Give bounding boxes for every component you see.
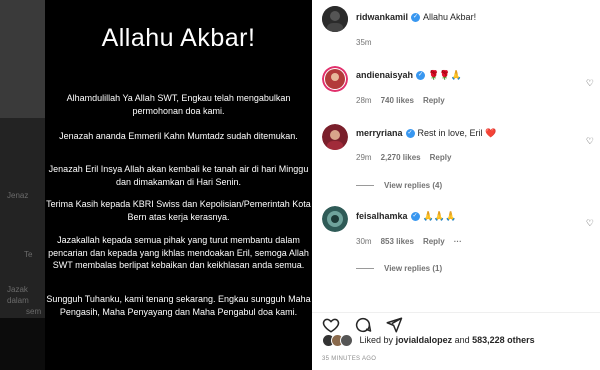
avatar[interactable]	[322, 6, 348, 32]
avatar[interactable]	[322, 206, 348, 232]
verified-icon: ✓	[416, 71, 426, 81]
comment-likes[interactable]: 2,270 likes	[381, 153, 421, 162]
liked-by: Liked by jovialdalopez and 583,228 other…	[322, 334, 535, 347]
post-timestamp: 35 MINUTES AGO	[322, 356, 377, 362]
share-icon[interactable]	[385, 316, 403, 334]
verified-icon: ✓	[405, 129, 415, 139]
comment-text: 🙏🙏🙏	[422, 211, 457, 221]
action-bar	[322, 316, 592, 336]
reply-button[interactable]: Reply	[423, 237, 445, 246]
post-paragraph: Sungguh Tuhanku, kami tenang sekarang. E…	[46, 294, 311, 317]
comment-meta: 29m 2,270 likes Reply	[356, 153, 460, 162]
comment-text: Rest in love, Eril ❤️	[417, 128, 497, 138]
reply-button[interactable]: Reply	[423, 96, 445, 105]
post-title: Allahu Akbar!	[101, 24, 256, 52]
comment-line: merryriana ✓ Rest in love, Eril ❤️	[356, 128, 600, 139]
comment-time[interactable]: 35m	[356, 38, 372, 47]
comment-username[interactable]: ridwankamil	[356, 12, 408, 22]
ghost-text: Te	[24, 250, 33, 259]
verified-icon: ✓	[411, 13, 421, 23]
comment-likes[interactable]: 740 likes	[381, 96, 414, 105]
view-replies-label: View replies (4)	[384, 181, 443, 190]
heart-icon[interactable]: ♡	[586, 136, 594, 147]
instagram-post-view: Jenaz Te Jazak dalam sem Allahu Akbar! A…	[0, 0, 600, 370]
verified-icon: ✓	[410, 212, 420, 222]
comment-line: andienaisyah ✓ 🌹🌹🙏	[356, 70, 600, 81]
comment-meta: 28m 740 likes Reply	[356, 96, 454, 105]
post-paragraph: Alhamdulillah Ya Allah SWT, Engkau telah…	[66, 93, 291, 116]
reply-button[interactable]: Reply	[430, 153, 452, 162]
liked-by-user[interactable]: jovialdalopez	[396, 335, 453, 345]
comment-line: ridwankamil ✓ Allahu Akbar!	[356, 12, 600, 23]
post-paragraph: Terima Kasih kepada KBRI Swiss dan Kepol…	[46, 199, 311, 222]
liker-avatar	[340, 334, 353, 347]
comment-username[interactable]: merryriana	[356, 128, 403, 138]
heart-icon[interactable]: ♡	[586, 218, 594, 229]
heart-icon[interactable]: ♡	[586, 78, 594, 89]
comment-time[interactable]: 30m	[356, 237, 372, 246]
view-replies-line	[356, 268, 374, 270]
view-replies-line	[356, 185, 374, 187]
post-paragraph: Jenazah ananda Emmeril Kahn Mumtadz suda…	[59, 131, 298, 141]
comment-text: 🌹🌹🙏	[428, 70, 462, 80]
liked-by-count[interactable]: 583,228 others	[472, 335, 535, 345]
post-paragraph: Jenazah Eril Insya Allah akan kembali ke…	[48, 164, 309, 187]
comment-text: Allahu Akbar!	[423, 12, 477, 22]
view-replies-button[interactable]: View replies (4)	[356, 181, 442, 190]
comment-meta: 35m	[356, 38, 381, 47]
post-image-text: Allahu Akbar! Alhamdulillah Ya Allah SWT…	[45, 0, 312, 370]
post-media[interactable]: Jenaz Te Jazak dalam sem Allahu Akbar! A…	[0, 0, 312, 370]
liked-by-joiner: and	[454, 334, 470, 345]
comment-likes[interactable]: 853 likes	[381, 237, 414, 246]
view-replies-label: View replies (1)	[384, 264, 443, 273]
comment-line: feisalhamka ✓ 🙏🙏🙏	[356, 211, 600, 222]
comment-username[interactable]: feisalhamka	[356, 211, 408, 221]
liked-by-prefix: Liked by	[359, 334, 394, 345]
avatar[interactable]	[322, 66, 348, 92]
ghost-text: Jazak	[7, 285, 28, 294]
ghost-text: dalam	[7, 296, 29, 305]
ghost-text: Jenaz	[7, 191, 29, 200]
comment-icon[interactable]	[354, 316, 372, 334]
comment-time[interactable]: 29m	[356, 153, 372, 162]
comment-meta: 30m 853 likes Reply ···	[356, 237, 471, 246]
comment-username[interactable]: andienaisyah	[356, 70, 413, 80]
view-replies-button[interactable]: View replies (1)	[356, 264, 442, 273]
avatar[interactable]	[322, 124, 348, 150]
more-options-icon[interactable]: ···	[454, 237, 462, 246]
divider	[312, 312, 600, 313]
comment-time[interactable]: 28m	[356, 96, 372, 105]
post-paragraph: Jazakallah kepada semua pihak yang turut…	[48, 235, 309, 270]
comments-panel: ridwankamil ✓ Allahu Akbar! 35m andienaisy…	[312, 0, 600, 370]
like-icon[interactable]	[322, 316, 340, 334]
ghost-text: sem	[26, 307, 42, 316]
